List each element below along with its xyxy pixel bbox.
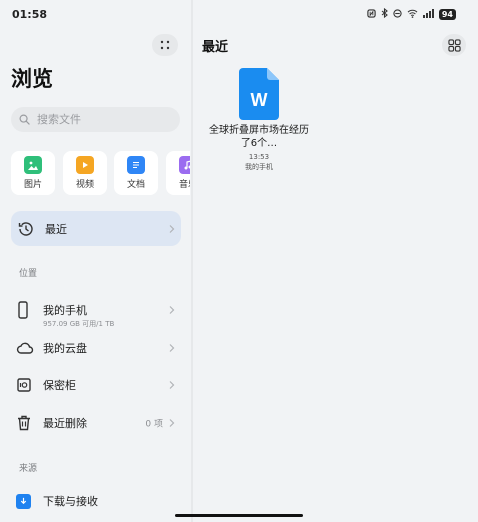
source-downloads[interactable]: 下载与接收 (11, 490, 181, 514)
file-location: 我的手机 (245, 163, 273, 171)
category-label: 文档 (126, 180, 145, 190)
chevron-right-icon (169, 419, 175, 428)
category-images[interactable]: 图片 (11, 151, 55, 195)
item-count: 0 项 (145, 419, 163, 430)
category-label: 图片 (23, 180, 42, 190)
category-label: 音乐 (178, 180, 190, 190)
nav-item-recent[interactable]: 最近 (11, 211, 181, 246)
category-videos[interactable]: 视频 (63, 151, 107, 195)
recent-pane: 最近 W 全球折叠屏市场在经历了6个… 13:53 我的手机 (193, 0, 478, 522)
category-music[interactable]: 音乐 (166, 151, 190, 195)
view-mode-button[interactable] (442, 34, 466, 56)
recent-title: 最近 (202, 40, 229, 55)
location-my-cloud[interactable]: 我的云盘 (11, 331, 181, 365)
location-my-phone[interactable]: 我的手机 957.09 GB 可用/1 TB (11, 293, 181, 328)
file-item[interactable]: W 全球折叠屏市场在经历了6个… 13:53 我的手机 (207, 68, 311, 172)
category-label: 视频 (75, 180, 94, 190)
chevron-right-icon (169, 224, 175, 233)
file-time: 13:53 (248, 153, 270, 161)
page-title: 浏览 (11, 67, 53, 91)
chevron-right-icon (169, 306, 175, 315)
section-header-locations: 位置 (19, 269, 38, 279)
word-doc-icon: W (239, 68, 279, 120)
storage-info: 957.09 GB 可用/1 TB (43, 320, 115, 328)
location-label: 最近删除 (43, 417, 87, 430)
section-header-sources: 来源 (19, 464, 38, 474)
trash-icon (16, 415, 32, 432)
location-recently-deleted[interactable]: 最近删除 0 项 (11, 406, 181, 440)
location-label: 保密柜 (43, 379, 76, 392)
category-shortcuts: 图片 视频 文档 音乐 (11, 151, 190, 195)
location-label: 我的手机 (43, 304, 87, 317)
phone-icon (16, 301, 30, 319)
home-indicator[interactable] (175, 514, 303, 517)
chevron-right-icon (169, 344, 175, 353)
word-doc-letter: W (251, 90, 268, 110)
search-icon (19, 114, 30, 125)
grid-icon (447, 38, 461, 52)
cloud-icon (16, 341, 34, 355)
category-documents[interactable]: 文档 (114, 151, 158, 195)
search-input[interactable] (35, 112, 169, 127)
four-dots-icon (160, 40, 170, 50)
document-icon (127, 156, 145, 174)
music-icon (179, 156, 190, 174)
file-name: 全球折叠屏市场在经历了6个… (209, 125, 309, 149)
more-options-button[interactable] (152, 34, 178, 56)
browse-pane: 浏览 图片 视频 文档 音乐 (0, 0, 190, 522)
safe-icon (16, 377, 32, 393)
clock-icon (17, 220, 35, 238)
chevron-right-icon (169, 381, 175, 390)
location-label: 我的云盘 (43, 342, 87, 355)
video-icon (76, 156, 94, 174)
location-safe[interactable]: 保密柜 (11, 368, 181, 402)
nav-item-label: 最近 (45, 222, 67, 236)
search-box[interactable] (11, 107, 180, 132)
source-label: 下载与接收 (43, 495, 98, 508)
image-icon (24, 156, 42, 174)
download-icon (16, 494, 31, 509)
